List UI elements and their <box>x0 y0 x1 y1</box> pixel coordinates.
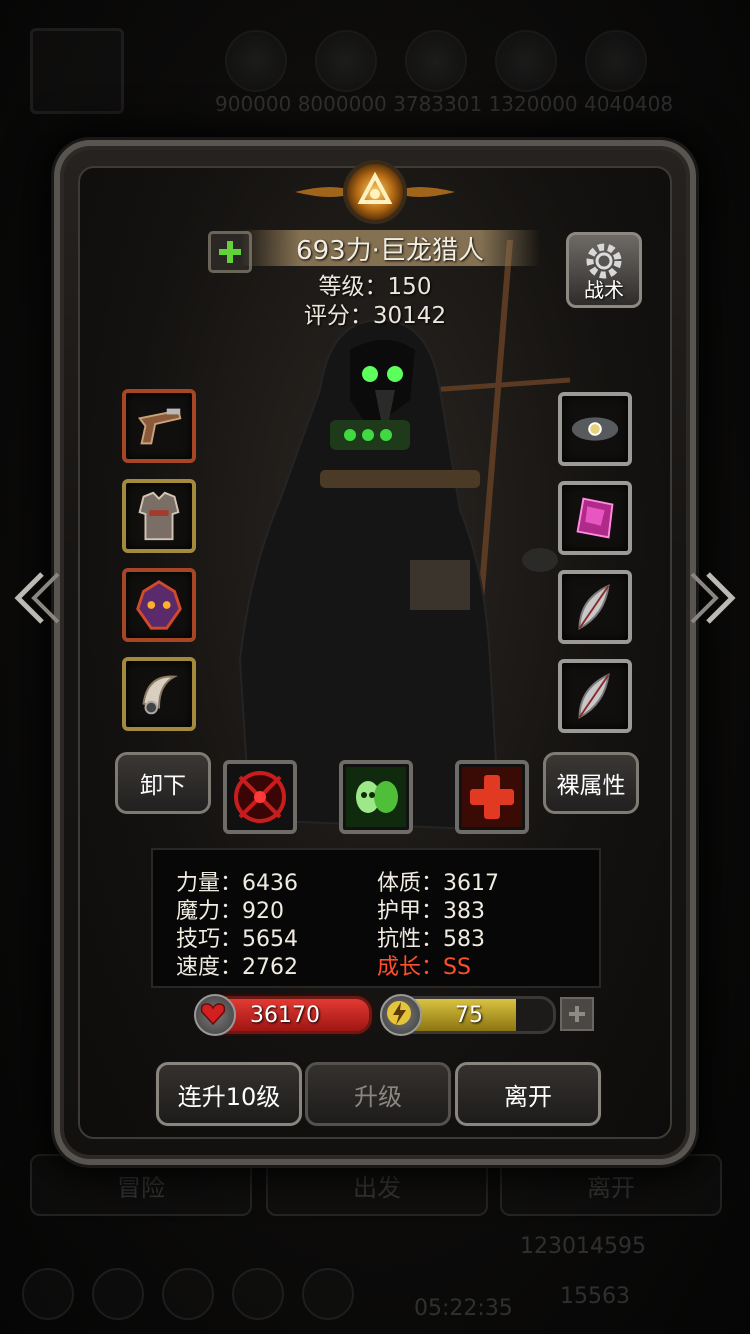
equip-slot-helm[interactable] <box>122 568 196 642</box>
equip-slot-feather-1[interactable] <box>558 570 632 644</box>
previous-hero-arrow-icon[interactable] <box>12 568 62 628</box>
unequip-button[interactable]: 卸下 <box>115 752 211 814</box>
background-resource-orb <box>225 30 287 92</box>
lightning-icon <box>380 994 422 1036</box>
background-avatar-box <box>30 28 124 114</box>
skill-slot-3[interactable] <box>455 760 529 834</box>
heal-cross-skill-icon <box>462 767 522 827</box>
skill-slot-2[interactable] <box>339 760 413 834</box>
background-resource-orb <box>585 30 647 92</box>
background-leave-button: 离开 <box>500 1154 722 1216</box>
level-up-button[interactable]: 升级 <box>305 1062 451 1126</box>
crest-emblem-icon <box>295 160 455 224</box>
leave-button[interactable]: 离开 <box>455 1062 601 1126</box>
hero-portrait <box>238 240 570 832</box>
equip-slot-gem[interactable] <box>558 481 632 555</box>
background-menu-icon <box>232 1268 284 1320</box>
stat-growth: 成长：SS <box>377 955 471 980</box>
background-depart-button: 出发 <box>266 1154 488 1216</box>
equip-slot-feather-2[interactable] <box>558 659 632 733</box>
tactics-button[interactable]: 战术 <box>566 232 642 308</box>
background-menu-icon <box>92 1268 144 1320</box>
level-up-10-button[interactable]: 连升10级 <box>156 1062 302 1126</box>
background-adventure-button: 冒险 <box>30 1154 252 1216</box>
background-resource-orb <box>495 30 557 92</box>
add-energy-button[interactable] <box>560 997 594 1031</box>
background-menu-icon <box>22 1268 74 1320</box>
background-hud-top: 900000 8000000 3783301 1320000 4040408 <box>0 0 750 120</box>
horn-ring-icon <box>142 675 179 715</box>
feather-icon <box>578 584 610 630</box>
background-menu-icon <box>162 1268 214 1320</box>
crystal-icon <box>576 497 614 539</box>
background-timer: 05:22:35 <box>414 1296 513 1321</box>
equip-slot-armor[interactable] <box>122 479 196 553</box>
equip-slot-weapon[interactable] <box>122 389 196 463</box>
pistol-icon <box>137 408 182 445</box>
demon-mask-icon <box>136 580 182 630</box>
background-menu-icon <box>302 1268 354 1320</box>
heart-icon <box>194 994 236 1036</box>
skill-slot-1[interactable] <box>223 760 297 834</box>
tactics-label: 战术 <box>584 278 624 302</box>
armor-icon <box>138 491 180 541</box>
hp-value: 36170 <box>250 1002 320 1028</box>
background-resource-orb <box>405 30 467 92</box>
stat-speed: 速度：2762 <box>176 955 298 980</box>
equip-slot-ring[interactable] <box>122 657 196 731</box>
equip-slot-amulet[interactable] <box>558 392 632 466</box>
skull-skill-icon <box>346 767 406 827</box>
background-hud-bottom: 冒险 出发 离开 123014595 15563 05:22:35 <box>0 1150 750 1334</box>
base-attributes-button[interactable]: 裸属性 <box>543 752 639 814</box>
next-hero-arrow-icon[interactable] <box>688 568 738 628</box>
background-resource-numbers: 900000 8000000 3783301 1320000 4040408 <box>215 92 674 116</box>
storm-amulet-icon <box>571 417 619 441</box>
hero-name: 693力·巨龙猎人 <box>240 230 540 266</box>
plus-icon <box>569 1006 585 1022</box>
background-gem-count: 15563 <box>560 1284 630 1309</box>
background-resource-orb <box>315 30 377 92</box>
target-skill-icon <box>234 771 286 823</box>
feather-icon <box>578 673 610 719</box>
background-gold-count: 123014595 <box>520 1234 646 1259</box>
